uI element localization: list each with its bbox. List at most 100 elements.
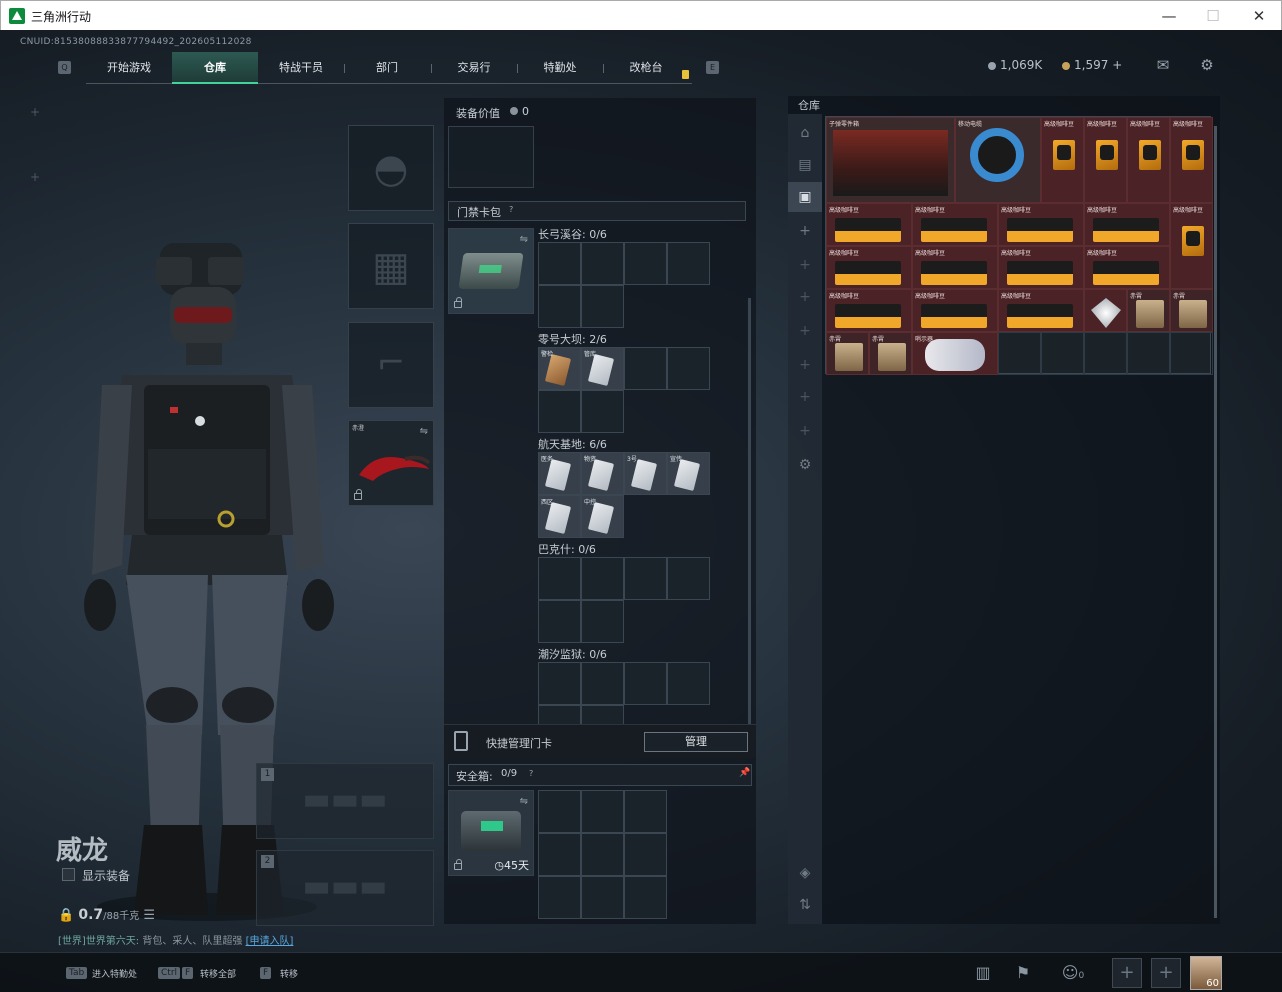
tab-special-ops[interactable]: 特勤处 [517, 52, 603, 84]
stash-item[interactable]: 赤霄 [869, 332, 912, 375]
keycard-cell[interactable] [538, 242, 581, 285]
invite-slot-button[interactable]: + [1151, 958, 1181, 988]
warehouse-settings-gear-icon[interactable]: ⚙ [788, 450, 822, 480]
keycard-cell[interactable] [624, 347, 667, 390]
keycard-cell[interactable] [581, 662, 624, 705]
close-button[interactable]: ✕ [1249, 6, 1269, 26]
stash-item[interactable]: 赤霄 [1170, 289, 1213, 332]
grid-cell[interactable] [581, 790, 624, 833]
stash-item[interactable]: 移动电缆 [955, 117, 1041, 203]
add-page-icon[interactable]: + [788, 416, 822, 446]
keycard-cell[interactable] [538, 390, 581, 433]
help-icon[interactable]: ? [509, 205, 513, 214]
warehouse-tab-2-icon[interactable]: ▤ [788, 150, 822, 180]
enter-special-ops-hint[interactable]: 进入特勤处 [92, 967, 137, 980]
swap-icon[interactable]: ⇋ [520, 796, 528, 807]
add-page-icon[interactable]: + [788, 316, 822, 346]
grid-cell[interactable] [624, 790, 667, 833]
keycard-cell[interactable]: 中控 [581, 495, 624, 538]
stash-cell[interactable] [1041, 332, 1084, 375]
keycard-cell[interactable]: 3号 [624, 452, 667, 495]
tab-trading[interactable]: 交易行 [431, 52, 517, 84]
stash-item[interactable]: 高级咖啡豆 [1084, 246, 1170, 289]
tab-start-game[interactable]: 开始游戏 [86, 52, 172, 84]
warehouse-tab-1-icon[interactable]: ⌂ [788, 118, 822, 148]
keycard-cell[interactable] [581, 557, 624, 600]
grid-cell[interactable] [581, 833, 624, 876]
keycard-cell[interactable] [667, 557, 710, 600]
keycard-cell[interactable] [624, 557, 667, 600]
add-page-icon[interactable]: + [788, 282, 822, 312]
ctrl-key[interactable]: Ctrl [158, 967, 181, 979]
keycard-case-slot[interactable]: ⇋ [448, 228, 534, 314]
keycard-cell[interactable] [667, 347, 710, 390]
stash-item[interactable]: 高级咖啡豆 [1041, 117, 1084, 203]
settings-gear-icon[interactable]: ⚙ [1198, 57, 1216, 73]
armor-slot[interactable]: ▦ [348, 223, 434, 309]
keycard-cell[interactable] [581, 242, 624, 285]
stash-item[interactable]: 高级咖啡豆 [912, 289, 998, 332]
stash-item[interactable] [1084, 289, 1127, 332]
keycard-cell[interactable]: 管库 [581, 347, 624, 390]
keycard-cell[interactable] [538, 662, 581, 705]
friends-icon[interactable]: ☺0 [1056, 959, 1090, 987]
player-avatar[interactable]: 60 [1190, 956, 1222, 990]
keycard-cell[interactable] [624, 662, 667, 705]
keycard-cell[interactable] [538, 557, 581, 600]
keycard-cell[interactable] [538, 600, 581, 643]
keycard-cell[interactable] [667, 662, 710, 705]
sort-icon[interactable]: ⇅ [788, 890, 822, 920]
stash-item[interactable]: 高级咖啡豆 [1170, 117, 1213, 203]
stash-item[interactable]: 高级咖啡豆 [912, 246, 998, 289]
tab-department[interactable]: 部门 [344, 52, 430, 84]
swap-icon[interactable]: ⇋ [420, 426, 428, 437]
keycard-cell[interactable]: 医务 [538, 452, 581, 495]
helmet-slot[interactable]: ◓ [348, 125, 434, 211]
add-page-icon[interactable]: + [788, 216, 822, 246]
stash-item[interactable]: 高级咖啡豆 [826, 289, 912, 332]
nav-next-key[interactable]: E [706, 61, 719, 74]
stash-cell[interactable] [1084, 332, 1127, 375]
keycard-cell[interactable] [538, 285, 581, 328]
grid-cell[interactable] [581, 876, 624, 919]
grid-cell[interactable] [538, 876, 581, 919]
stash-cell[interactable] [998, 332, 1041, 375]
swap-icon[interactable]: ⇋ [520, 234, 528, 245]
pistol-slot[interactable]: ⌐ [348, 322, 434, 408]
mail-icon[interactable]: ✉ [1154, 57, 1172, 73]
stash-item[interactable]: 高级咖啡豆 [826, 246, 912, 289]
tab-operators[interactable]: 特战干员 [258, 52, 344, 84]
keycard-cell[interactable] [624, 242, 667, 285]
add-page-icon[interactable]: + [788, 250, 822, 280]
grid-cell[interactable] [538, 790, 581, 833]
secondary-weapon-slot[interactable]: 2 ▬▬▬ [256, 850, 434, 926]
keycard-cell[interactable] [581, 285, 624, 328]
scrollbar[interactable] [1214, 126, 1217, 918]
add-currency-button[interactable]: + [1112, 58, 1122, 72]
join-team-link[interactable]: [申请入队] [246, 936, 294, 947]
grid-cell[interactable] [624, 833, 667, 876]
list-icon[interactable]: ☰ [143, 908, 155, 923]
stash-item[interactable]: 高级咖啡豆 [1084, 203, 1170, 246]
keycard-cell[interactable]: 物资 [581, 452, 624, 495]
grid-cell[interactable] [624, 876, 667, 919]
show-equipment-checkbox[interactable] [62, 868, 75, 881]
stash-cell[interactable] [1127, 332, 1170, 375]
grid-cell[interactable] [538, 833, 581, 876]
invite-slot-button[interactable]: + [1112, 958, 1142, 988]
scrollbar[interactable] [748, 298, 751, 728]
help-icon[interactable]: ? [529, 769, 533, 778]
minimize-button[interactable]: — [1159, 6, 1179, 26]
backpack-slot[interactable] [448, 126, 534, 188]
transfer-hint[interactable]: 转移 [280, 967, 298, 980]
stash-item[interactable]: 高级咖啡豆 [998, 203, 1084, 246]
stash-item[interactable]: 高级咖啡豆 [998, 246, 1084, 289]
melee-slot[interactable]: 赤澄 ⇋ [348, 420, 434, 506]
pin-icon[interactable]: 📌 [739, 768, 750, 778]
stash-item[interactable]: 赤霄 [1127, 289, 1170, 332]
maximize-button[interactable]: ☐ [1203, 6, 1223, 26]
warehouse-tab-3-icon[interactable]: ▣ [788, 182, 822, 212]
keycard-cell[interactable]: 警检 [538, 347, 581, 390]
stash-item[interactable]: 哨示器 [912, 332, 998, 375]
stash-item[interactable]: 高级咖啡豆 [826, 203, 912, 246]
